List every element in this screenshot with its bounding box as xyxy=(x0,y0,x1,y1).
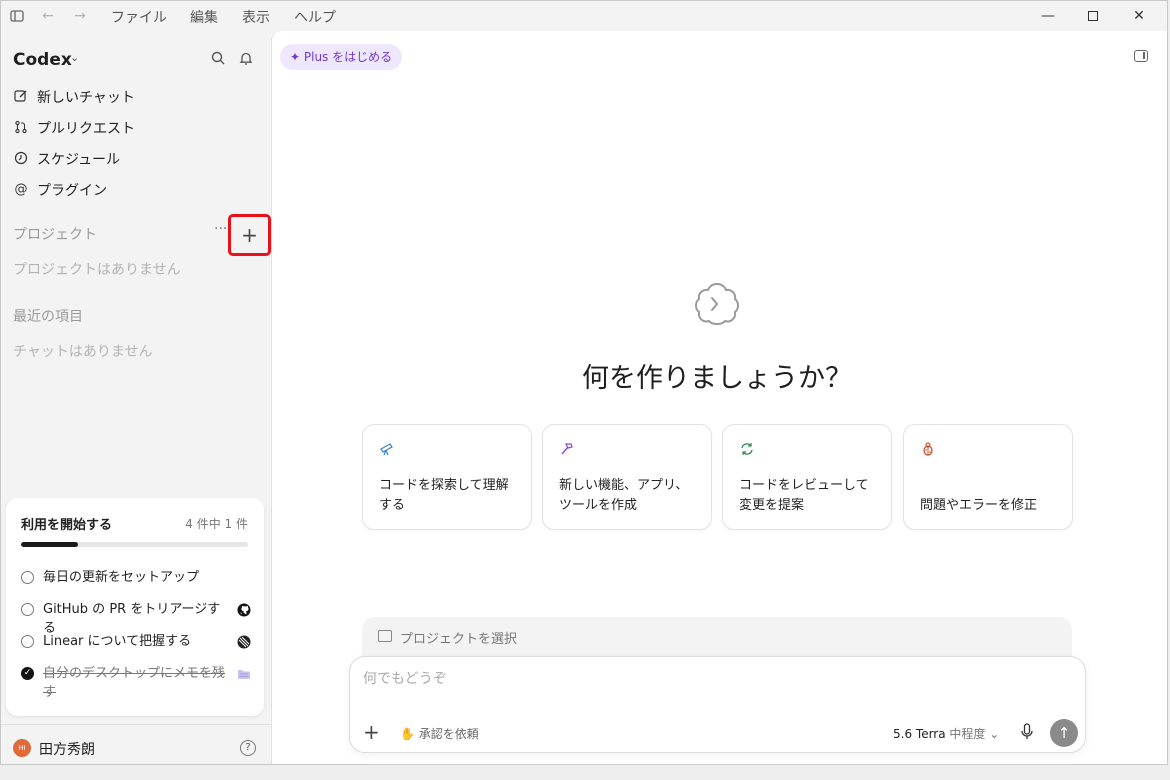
checklist-item[interactable]: GitHub の PR をトリアージする xyxy=(21,600,251,636)
checklist-label: Linear について把握する xyxy=(43,634,192,649)
suggestion-label: コードを探索して理解する xyxy=(379,478,509,513)
help-icon[interactable]: ? xyxy=(240,740,256,756)
checkbox-icon[interactable] xyxy=(21,635,34,648)
nav-schedule[interactable]: スケジュール xyxy=(13,148,120,170)
checklist-item[interactable]: 毎日の更新をセットアップ xyxy=(21,568,251,588)
checklist-item[interactable]: ✓ 自分のデスクトップにメモを残す xyxy=(21,664,251,702)
model-name: 5.6 Terra xyxy=(893,727,946,741)
forward-arrow-icon[interactable]: → xyxy=(72,8,88,24)
prompt-input[interactable] xyxy=(363,671,963,687)
side-panel-icon[interactable] xyxy=(1134,50,1148,62)
suggestion-label: 問題やエラーを修正 xyxy=(920,498,1038,513)
clock-icon xyxy=(13,151,29,167)
more-icon[interactable]: ··· xyxy=(214,221,227,237)
getting-started-title: 利用を開始する xyxy=(21,518,113,533)
progress-bar xyxy=(21,542,248,547)
refresh-icon xyxy=(739,441,755,457)
avatar[interactable]: HI xyxy=(13,739,31,757)
projects-empty-text: プロジェクトはありません xyxy=(13,262,181,278)
recent-empty-text: チャットはありません xyxy=(13,344,153,360)
suggestion-card[interactable]: 問題やエラーを修正 xyxy=(903,424,1073,530)
minimize-icon[interactable]: — xyxy=(1025,1,1071,31)
codex-logo-icon xyxy=(692,279,742,329)
project-select-label: プロジェクトを選択 xyxy=(400,632,518,647)
nav-new-chat[interactable]: 新しいチャット xyxy=(13,86,135,108)
hand-icon: ✋ xyxy=(400,727,415,741)
reasoning-effort: 中程度 xyxy=(949,727,986,741)
progress-fill xyxy=(21,542,78,547)
at-icon: @ xyxy=(14,182,28,197)
user-name[interactable]: 田方秀朗 xyxy=(39,739,95,759)
checkbox-icon[interactable] xyxy=(21,571,34,584)
suggestion-label: コードをレビューして変更を提案 xyxy=(739,478,869,513)
chevron-down-icon: ⌄ xyxy=(989,727,1000,741)
menu-view[interactable]: 表示 xyxy=(242,7,270,27)
footer-divider xyxy=(1,724,271,725)
menu-edit[interactable]: 編集 xyxy=(190,7,218,27)
nav-label: 新しいチャット xyxy=(37,90,135,106)
suggestion-card[interactable]: 新しい機能、アプリ、ツールを作成 xyxy=(542,424,712,530)
app-window: ← → ファイル 編集 表示 ヘルプ — ✕ Codex ⌄ 新しいチャット プ… xyxy=(0,0,1168,765)
send-button[interactable]: ↑ xyxy=(1050,719,1078,747)
main-panel: ✦ Plus をはじめる 何を作りましょうか？ コードを探索して理解する 新しい… xyxy=(271,31,1167,764)
suggestion-label: 新しい機能、アプリ、ツールを作成 xyxy=(559,478,689,513)
toggle-sidebar-icon[interactable] xyxy=(9,8,25,24)
hammer-icon xyxy=(559,441,575,457)
microphone-icon[interactable] xyxy=(1020,723,1034,741)
checklist-label: 自分のデスクトップにメモを残す xyxy=(43,666,226,700)
headline: 何を作りましょうか？ xyxy=(582,363,852,394)
bell-icon[interactable] xyxy=(238,50,256,68)
add-project-button[interactable]: + xyxy=(228,214,271,256)
edit-icon xyxy=(13,89,29,105)
checklist-item[interactable]: Linear について把握する xyxy=(21,632,251,652)
approval-mode-button[interactable]: ✋ 承認を依頼 xyxy=(400,725,479,742)
checkbox-icon[interactable] xyxy=(21,603,34,616)
maximize-icon[interactable] xyxy=(1070,1,1116,31)
nav-plugins[interactable]: @ プラグイン xyxy=(13,179,108,201)
composer: + ✋ 承認を依頼 5.6 Terra 中程度 ⌄ ↑ xyxy=(349,656,1086,753)
nav-pull-requests[interactable]: プルリクエスト xyxy=(13,117,135,139)
approval-label: 承認を依頼 xyxy=(418,727,479,741)
projects-section-title: プロジェクト xyxy=(13,227,97,243)
plus-upgrade-button[interactable]: ✦ Plus をはじめる xyxy=(280,44,403,70)
checklist-label: 毎日の更新をセットアップ xyxy=(43,570,200,585)
getting-started-card: 利用を開始する 4 件中 1 件 毎日の更新をセットアップ GitHub の P… xyxy=(6,498,264,716)
linear-icon xyxy=(237,634,251,649)
github-icon xyxy=(237,602,251,617)
menu-file[interactable]: ファイル xyxy=(111,7,167,27)
bug-icon xyxy=(920,441,936,457)
sidebar: Codex ⌄ 新しいチャット プルリクエスト スケジュール @ プラグイン プ… xyxy=(1,31,271,764)
close-icon[interactable]: ✕ xyxy=(1116,1,1162,31)
menu-help[interactable]: ヘルプ xyxy=(294,7,336,27)
suggestion-card[interactable]: コードを探索して理解する xyxy=(362,424,532,530)
folder-icon xyxy=(378,630,392,642)
checkmark-icon[interactable]: ✓ xyxy=(21,667,34,680)
nav-label: プルリクエスト xyxy=(37,121,135,137)
recent-section-title: 最近の項目 xyxy=(13,309,83,325)
model-selector[interactable]: 5.6 Terra 中程度 ⌄ xyxy=(893,725,999,742)
back-arrow-icon[interactable]: ← xyxy=(40,8,56,24)
folder-icon xyxy=(237,666,251,680)
app-brand[interactable]: Codex xyxy=(13,50,72,70)
telescope-icon xyxy=(379,441,395,457)
title-bar: ← → ファイル 編集 表示 ヘルプ — ✕ xyxy=(1,1,1167,31)
add-attachment-button[interactable]: + xyxy=(363,721,380,743)
nav-label: スケジュール xyxy=(37,152,121,168)
suggestion-card[interactable]: コードをレビューして変更を提案 xyxy=(722,424,892,530)
nav-label: プラグイン xyxy=(37,183,107,199)
getting-started-count: 4 件中 1 件 xyxy=(185,517,248,531)
chevron-down-icon[interactable]: ⌄ xyxy=(70,51,79,64)
pull-request-icon xyxy=(13,120,29,136)
search-icon[interactable] xyxy=(210,50,228,68)
